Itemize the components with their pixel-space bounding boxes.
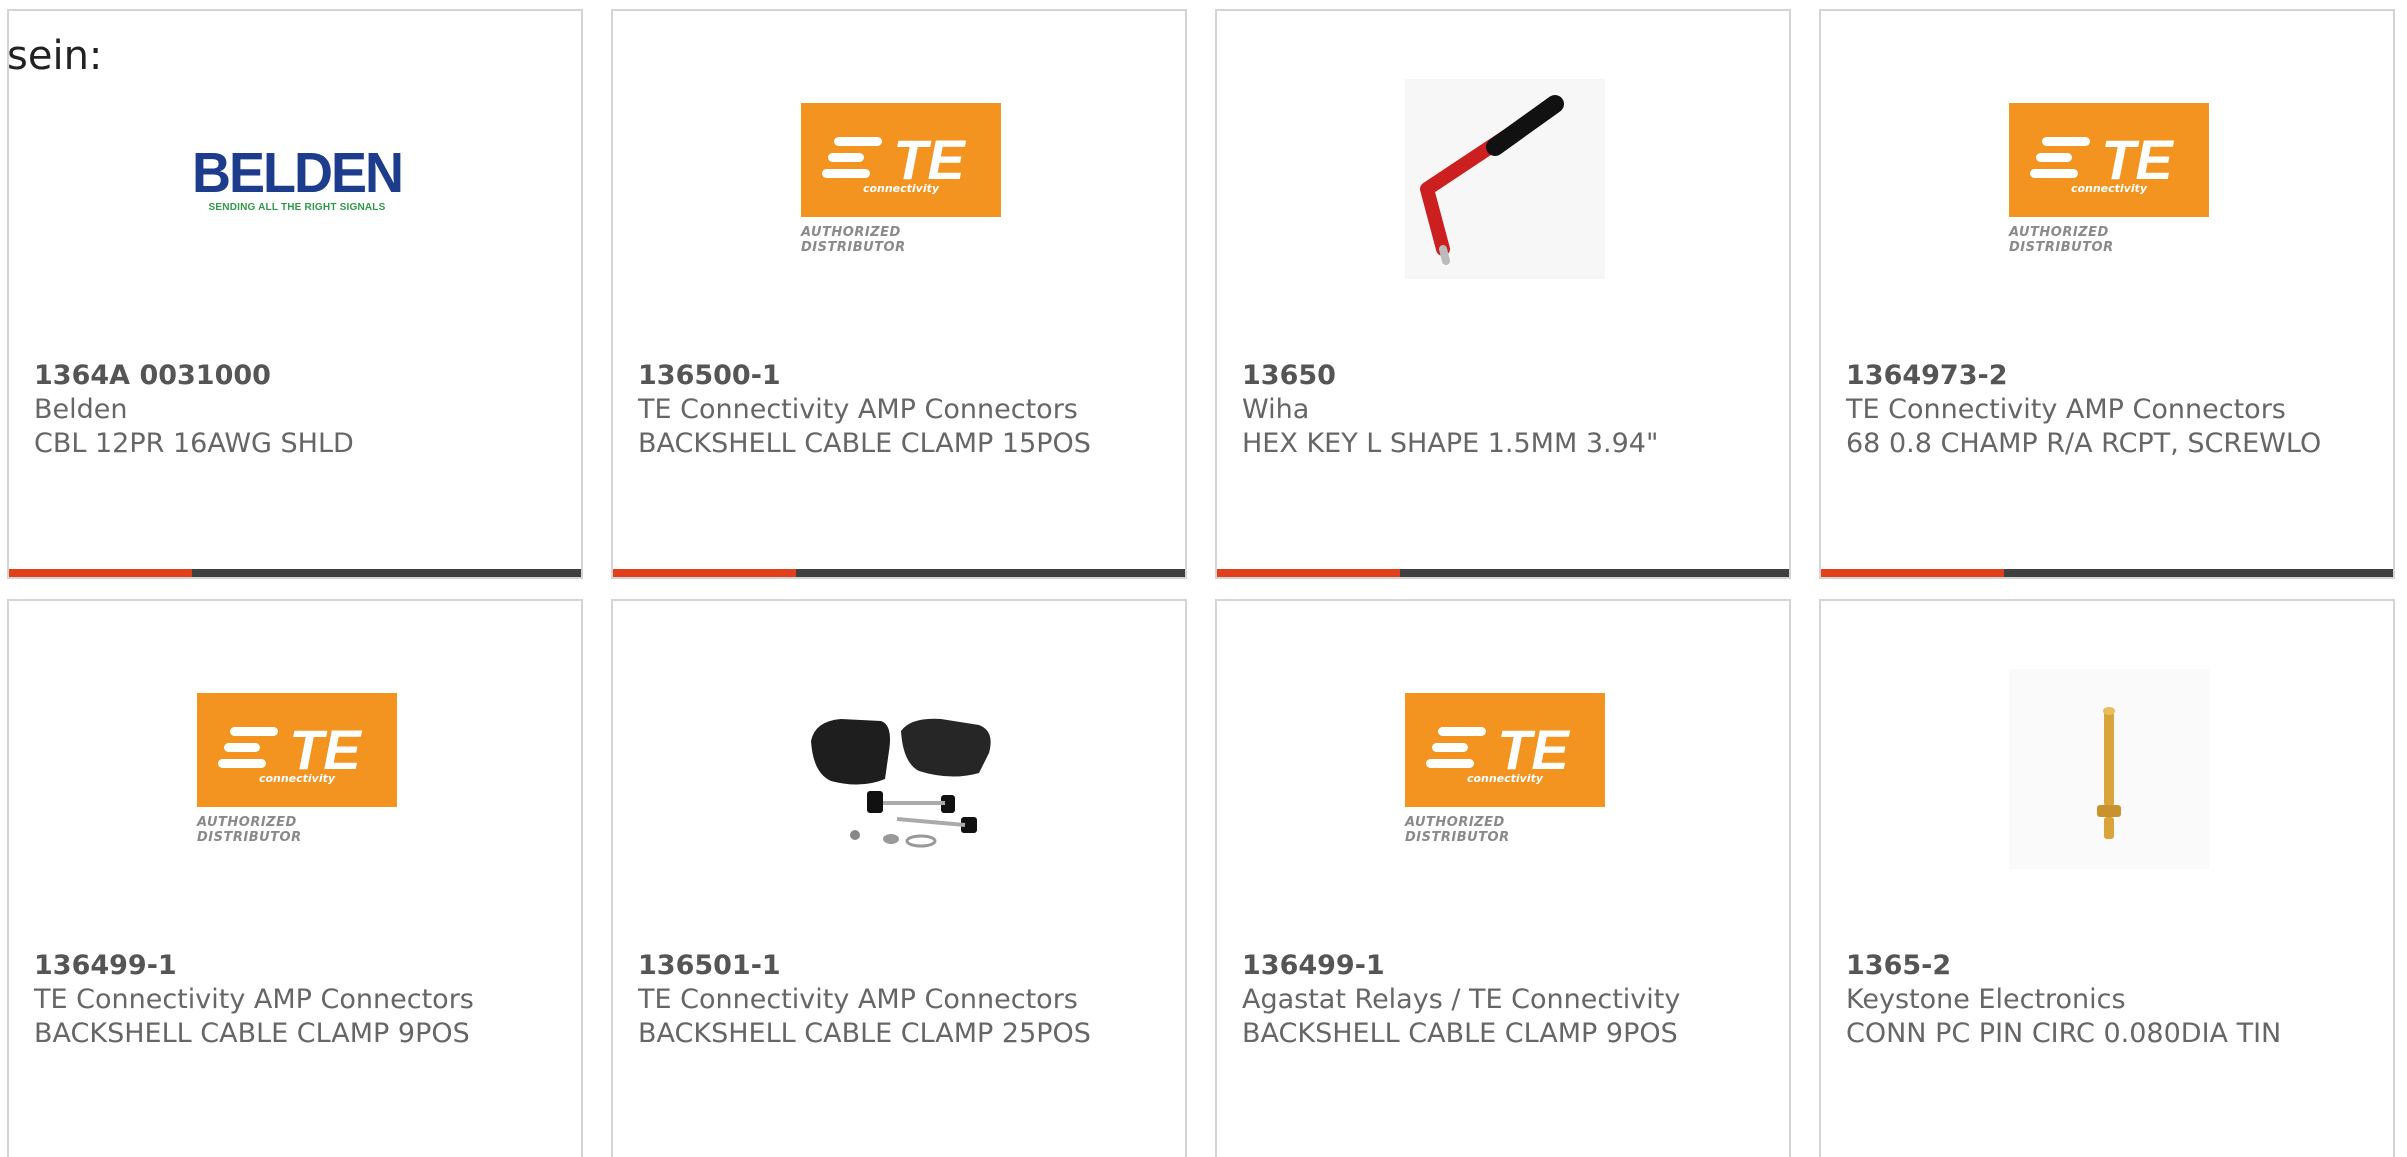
brand-name: Wiha — [1242, 394, 1310, 425]
product-info: 1364973-2 TE Connectivity AMP Connectors… — [1846, 359, 2373, 461]
product-image-te-logo[interactable]: TE connectivity AUTHORIZED DISTRIBUTOR — [1405, 669, 1605, 869]
te-logo-box: TE connectivity — [197, 693, 397, 807]
product-card[interactable]: TE connectivity AUTHORIZED DISTRIBUTOR 1… — [1215, 599, 1791, 1157]
product-info: 136499-1 TE Connectivity AMP Connectors … — [34, 949, 561, 1051]
product-info: 136501-1 TE Connectivity AMP Connectors … — [638, 949, 1165, 1051]
product-description: HEX KEY L SHAPE 1.5MM 3.94" — [1242, 428, 1659, 459]
card-progress-bar — [613, 569, 1185, 577]
product-card[interactable]: TE connectivity AUTHORIZED DISTRIBUTOR 1… — [611, 9, 1187, 579]
te-logo-box: TE connectivity — [801, 103, 1001, 217]
product-card[interactable]: TE connectivity AUTHORIZED DISTRIBUTOR 1… — [1819, 9, 2395, 579]
te-logo-connectivity: connectivity — [258, 772, 336, 785]
product-image-pc-pin[interactable] — [2009, 669, 2209, 869]
product-info: 13650 Wiha HEX KEY L SHAPE 1.5MM 3.94" — [1242, 359, 1769, 461]
product-description: CONN PC PIN CIRC 0.080DIA TIN — [1846, 1018, 2282, 1049]
te-logo-mark-icon: TE — [2030, 128, 2174, 191]
backshell-clamp-icon — [801, 669, 1001, 869]
product-card[interactable]: TE connectivity AUTHORIZED DISTRIBUTOR 1… — [7, 599, 583, 1157]
card-progress-fill — [1217, 569, 1401, 577]
product-description: BACKSHELL CABLE CLAMP 9POS — [34, 1018, 470, 1049]
product-info: 1364A 0031000 Belden CBL 12PR 16AWG SHLD — [34, 359, 561, 461]
product-image-te-logo[interactable]: TE connectivity AUTHORIZED DISTRIBUTOR — [801, 79, 1001, 279]
product-info: 1365-2 Keystone Electronics CONN PC PIN … — [1846, 949, 2373, 1051]
part-number-link[interactable]: 13650 — [1242, 359, 1769, 393]
belden-logo-word: BELDEN — [192, 141, 404, 204]
brand-name: TE Connectivity AMP Connectors — [34, 984, 474, 1015]
te-logo-distributor: AUTHORIZED DISTRIBUTOR — [801, 225, 906, 255]
product-info: 136500-1 TE Connectivity AMP Connectors … — [638, 359, 1165, 461]
te-logo-connectivity: connectivity — [862, 182, 940, 195]
brand-name: Keystone Electronics — [1846, 984, 2126, 1015]
product-image-hex-key[interactable] — [1405, 79, 1605, 279]
product-info: 136499-1 Agastat Relays / TE Connectivit… — [1242, 949, 1769, 1051]
te-logo-box: TE connectivity — [2009, 103, 2209, 217]
te-logo-mark-icon: TE — [218, 718, 362, 781]
product-description: BACKSHELL CABLE CLAMP 25POS — [638, 1018, 1091, 1049]
part-number-link[interactable]: 1365-2 — [1846, 949, 2373, 983]
card-progress-fill — [613, 569, 797, 577]
product-image-te-logo[interactable]: TE connectivity AUTHORIZED DISTRIBUTOR — [197, 669, 397, 869]
intro-text: sein: — [7, 33, 103, 79]
te-logo: TE connectivity AUTHORIZED DISTRIBUTOR — [197, 693, 397, 845]
product-card[interactable]: 1365-2 Keystone Electronics CONN PC PIN … — [1819, 599, 2395, 1157]
part-number-link[interactable]: 136499-1 — [34, 949, 561, 983]
part-number-link[interactable]: 136499-1 — [1242, 949, 1769, 983]
product-grid-page: sein: BELDEN SENDING ALL THE RIGHT SIGNA… — [0, 0, 2407, 1157]
card-progress-fill — [9, 569, 193, 577]
te-logo: TE connectivity AUTHORIZED DISTRIBUTOR — [1405, 693, 1605, 845]
product-card[interactable]: 13650 Wiha HEX KEY L SHAPE 1.5MM 3.94" — [1215, 9, 1791, 579]
te-logo-connectivity: connectivity — [1466, 772, 1544, 785]
te-logo-connectivity: connectivity — [2070, 182, 2148, 195]
card-progress-bar — [1821, 569, 2393, 577]
brand-name: TE Connectivity AMP Connectors — [638, 394, 1078, 425]
belden-logo: BELDEN SENDING ALL THE RIGHT SIGNALS — [192, 141, 404, 212]
pc-pin-icon — [2009, 669, 2209, 869]
card-progress-bar — [9, 569, 581, 577]
te-logo: TE connectivity AUTHORIZED DISTRIBUTOR — [2009, 103, 2209, 255]
card-progress-fill — [1821, 569, 2005, 577]
brand-name: Belden — [34, 394, 128, 425]
product-card[interactable]: BELDEN SENDING ALL THE RIGHT SIGNALS 136… — [7, 9, 583, 579]
part-number-link[interactable]: 136500-1 — [638, 359, 1165, 393]
card-progress-bar — [1217, 569, 1789, 577]
te-logo-distributor: AUTHORIZED DISTRIBUTOR — [197, 815, 302, 845]
te-logo-distributor: AUTHORIZED DISTRIBUTOR — [2009, 225, 2114, 255]
te-logo-box: TE connectivity — [1405, 693, 1605, 807]
te-logo-distributor: AUTHORIZED DISTRIBUTOR — [1405, 815, 1510, 845]
product-description: BACKSHELL CABLE CLAMP 15POS — [638, 428, 1091, 459]
brand-name: TE Connectivity AMP Connectors — [638, 984, 1078, 1015]
product-description: BACKSHELL CABLE CLAMP 9POS — [1242, 1018, 1678, 1049]
part-number-link[interactable]: 1364A 0031000 — [34, 359, 561, 393]
hex-key-icon — [1405, 79, 1605, 279]
te-logo-mark-icon: TE — [1426, 718, 1570, 781]
product-image-belden-logo[interactable]: BELDEN SENDING ALL THE RIGHT SIGNALS — [192, 79, 404, 279]
product-image-te-logo[interactable]: TE connectivity AUTHORIZED DISTRIBUTOR — [2009, 79, 2209, 279]
product-description: CBL 12PR 16AWG SHLD — [34, 428, 354, 459]
product-image-backshell[interactable] — [801, 669, 1001, 869]
te-logo-mark-icon: TE — [822, 128, 966, 191]
brand-name: Agastat Relays / TE Connectivity — [1242, 984, 1681, 1015]
part-number-link[interactable]: 1364973-2 — [1846, 359, 2373, 393]
te-logo: TE connectivity AUTHORIZED DISTRIBUTOR — [801, 103, 1001, 255]
brand-name: TE Connectivity AMP Connectors — [1846, 394, 2286, 425]
product-card[interactable]: 136501-1 TE Connectivity AMP Connectors … — [611, 599, 1187, 1157]
product-description: 68 0.8 CHAMP R/A RCPT, SCREWLO — [1846, 428, 2322, 459]
part-number-link[interactable]: 136501-1 — [638, 949, 1165, 983]
